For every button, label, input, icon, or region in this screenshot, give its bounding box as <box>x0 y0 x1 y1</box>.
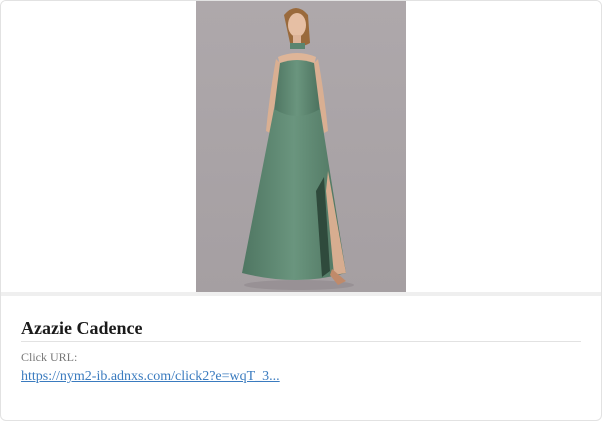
click-url-label: Click URL: <box>21 350 78 364</box>
ad-preview-card: Azazie Cadence Click URL: https://nym2-i… <box>0 0 602 421</box>
image-area <box>1 1 601 292</box>
divider <box>1 292 601 296</box>
ad-title: Azazie Cadence <box>21 318 143 338</box>
click-url-link[interactable]: https://nym2-ib.adnxs.com/click2?e=wqT_3… <box>21 368 280 386</box>
title-divider <box>21 341 581 342</box>
product-photo[interactable] <box>196 1 406 292</box>
